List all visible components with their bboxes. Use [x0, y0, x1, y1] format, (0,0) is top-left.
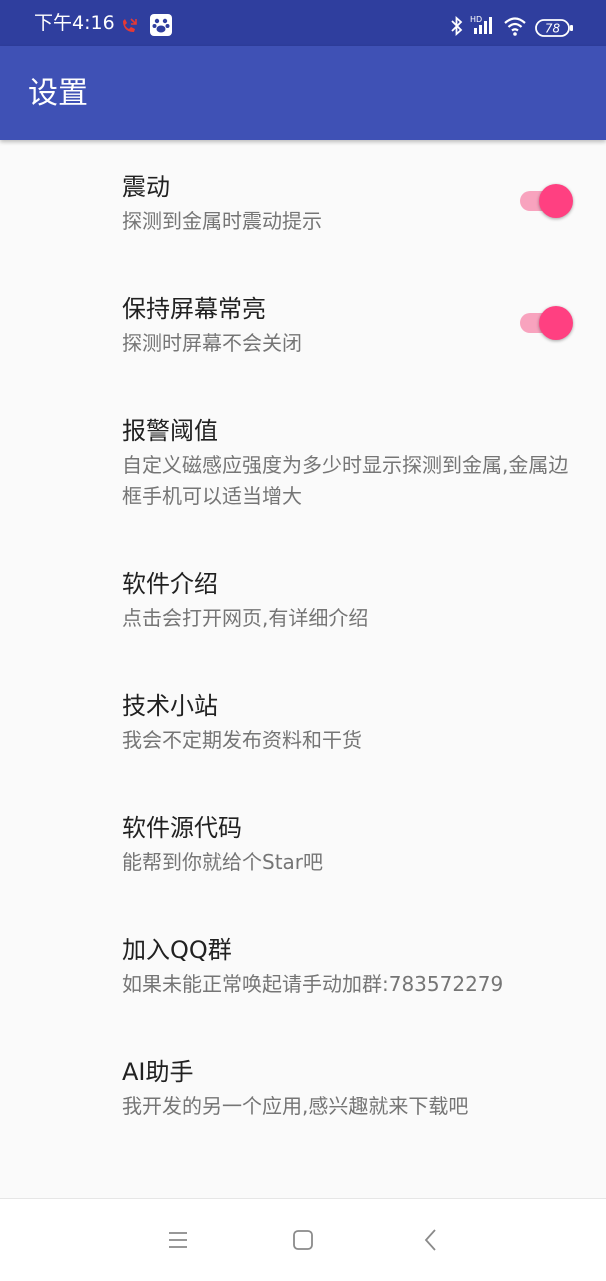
baidu-paw-icon [150, 14, 172, 36]
setting-title: 报警阈值 [122, 417, 218, 445]
setting-ai-assistant[interactable]: AI助手 我开发的另一个应用,感兴趣就来下载吧 [0, 1055, 606, 1165]
setting-summary: 我会不定期发布资料和干货 [122, 728, 362, 752]
setting-summary: 如果未能正常唤起请手动加群:783572279 [122, 972, 504, 996]
setting-alarm-threshold[interactable]: 报警阈值 自定义磁感应强度为多少时显示探测到金属,金属边框手机可以适当增大 [0, 414, 606, 524]
svg-text:HD: HD [470, 15, 482, 24]
status-bar: 下午4:16 HD 78 [0, 0, 606, 46]
setting-title: 软件源代码 [122, 814, 242, 842]
home-icon[interactable] [288, 1225, 318, 1255]
wifi-icon [504, 17, 526, 36]
page-title: 设置 [28, 76, 88, 111]
setting-title: AI助手 [122, 1058, 194, 1086]
setting-summary: 能帮到你就给个Star吧 [122, 850, 324, 874]
status-time: 下午4:16 [34, 12, 115, 34]
setting-summary: 点击会打开网页,有详细介绍 [122, 606, 369, 630]
navigation-bar [0, 1198, 606, 1281]
setting-title: 加入QQ群 [122, 936, 232, 964]
setting-summary: 自定义磁感应强度为多少时显示探测到金属,金属边框手机可以适当增大 [122, 453, 569, 508]
switch-thumb [539, 306, 573, 340]
setting-title: 技术小站 [122, 692, 218, 720]
setting-join-qq-group[interactable]: 加入QQ群 如果未能正常唤起请手动加群:783572279 [0, 933, 606, 1043]
setting-summary: 探测时屏幕不会关闭 [122, 331, 302, 355]
back-icon[interactable] [416, 1225, 446, 1255]
missed-call-icon [123, 18, 137, 32]
setting-vibration[interactable]: 震动 探测到金属时震动提示 [0, 170, 606, 280]
setting-summary: 我开发的另一个应用,感兴趣就来下载吧 [122, 1094, 469, 1118]
battery-icon: 78 [535, 19, 573, 37]
keep-screen-on-switch[interactable] [518, 306, 574, 340]
setting-title: 软件介绍 [122, 570, 218, 598]
setting-tech-site[interactable]: 技术小站 我会不定期发布资料和干货 [0, 689, 606, 799]
switch-thumb [539, 184, 573, 218]
bluetooth-icon [451, 16, 463, 36]
setting-source-code[interactable]: 软件源代码 能帮到你就给个Star吧 [0, 811, 606, 921]
menu-icon[interactable] [163, 1225, 193, 1255]
setting-keep-screen-on[interactable]: 保持屏幕常亮 探测时屏幕不会关闭 [0, 292, 606, 402]
setting-software-intro[interactable]: 软件介绍 点击会打开网页,有详细介绍 [0, 567, 606, 677]
app-bar: 设置 [0, 46, 606, 140]
vibration-switch[interactable] [518, 184, 574, 218]
setting-title: 震动 [122, 173, 170, 201]
setting-summary: 探测到金属时震动提示 [122, 209, 322, 233]
hd-signal-icon: HD [470, 15, 492, 34]
setting-title: 保持屏幕常亮 [122, 295, 266, 323]
battery-level: 78 [545, 22, 561, 36]
